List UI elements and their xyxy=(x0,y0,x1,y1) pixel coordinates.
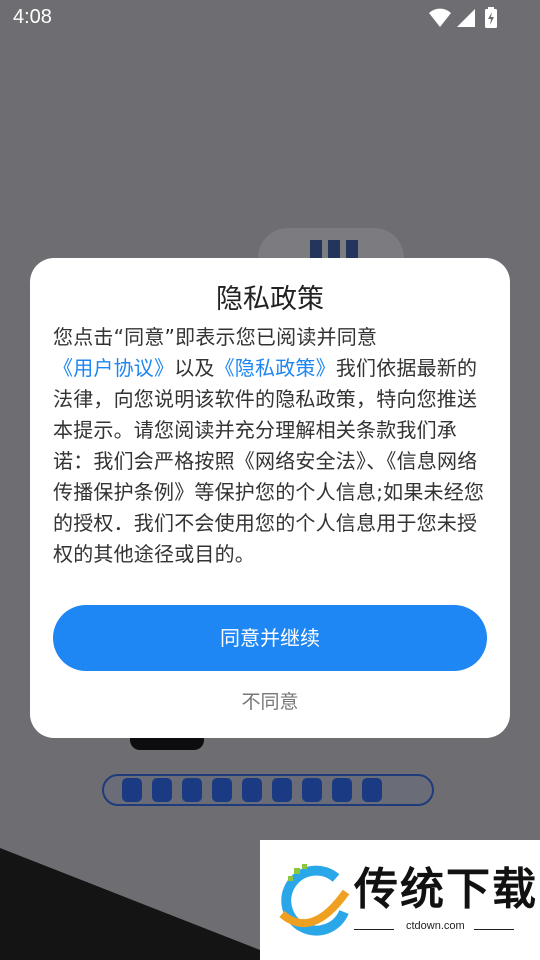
status-icons xyxy=(428,7,500,29)
watermark-brand: 传统下载 xyxy=(354,864,538,915)
privacy-dialog: 隐私政策 您点击“同意”即表示您已阅读并同意《用户协议》以及《隐私政策》我们依据… xyxy=(30,258,510,738)
status-bar: 4:08 xyxy=(0,0,540,36)
privacy-policy-link[interactable]: 《隐私政策》 xyxy=(215,356,336,380)
dialog-title: 隐私政策 xyxy=(216,284,324,315)
signal-icon xyxy=(457,9,475,27)
loading-progress-bar xyxy=(102,774,434,806)
watermark-divider xyxy=(354,929,394,930)
agree-continue-button[interactable]: 同意并继续 xyxy=(53,605,487,671)
ctdown-logo-icon xyxy=(279,864,350,936)
user-agreement-link[interactable]: 《用户协议》 xyxy=(53,356,174,380)
wifi-icon xyxy=(429,8,451,27)
status-time: 4:08 xyxy=(13,6,52,28)
watermark-url: ctdown.com xyxy=(406,920,465,932)
dialog-body: 您点击“同意”即表示您已阅读并同意《用户协议》以及《隐私政策》我们依据最新的法律… xyxy=(53,322,489,570)
body-text: 以及 xyxy=(174,356,215,380)
body-text: 您点击“同意”即表示您已阅读并同意 xyxy=(53,325,378,349)
disagree-button[interactable]: 不同意 xyxy=(170,686,370,718)
body-text: 我们依据最新的法律，向您说明该软件的隐私政策，特向您推送本提示。请您阅读并充分理… xyxy=(53,356,485,566)
battery-charging-icon xyxy=(485,7,497,28)
watermark: 传统下载 ctdown.com xyxy=(260,840,540,960)
watermark-divider xyxy=(474,929,514,930)
